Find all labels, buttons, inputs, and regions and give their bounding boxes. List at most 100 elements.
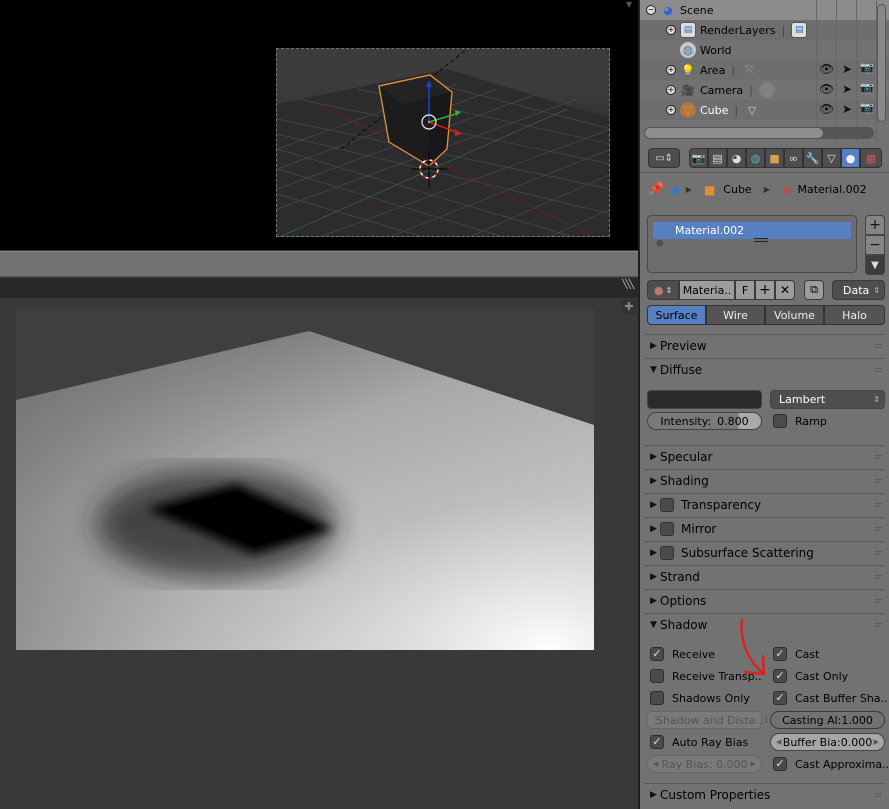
drag-grip-icon[interactable]: :::: xyxy=(874,548,882,557)
tab-wire[interactable]: Wire xyxy=(706,305,765,325)
tab-object[interactable]: ■ xyxy=(765,148,784,168)
diffuse-shader-select[interactable]: Lambert ⇕ xyxy=(770,390,885,409)
drag-grip-icon[interactable]: :::: xyxy=(874,572,882,581)
panel-transparency[interactable]: ▶ Transparency:::: xyxy=(644,493,885,515)
drag-grip-icon[interactable]: :::: xyxy=(874,790,882,799)
tab-constraints[interactable]: ∞ xyxy=(784,148,803,168)
decrement-arrow-icon[interactable]: ◀ xyxy=(653,760,658,768)
cast-buffer-shadows-checkbox[interactable]: ✓ xyxy=(773,691,787,705)
tab-world[interactable]: ◍ xyxy=(746,148,765,168)
node-link-button[interactable]: ⧉ xyxy=(804,280,824,300)
ramp-checkbox[interactable] xyxy=(773,414,787,428)
selectable-cursor-icon[interactable]: ➤ xyxy=(842,82,852,96)
buffer-bias-field[interactable]: ◀ Buffer Bia:0.000 ▶ xyxy=(770,733,885,751)
panel-preview[interactable]: ▶ Preview:::: xyxy=(644,334,885,356)
outliner-row-world[interactable]: ◍ World xyxy=(640,40,889,60)
material-browse-button[interactable]: ● ⇕ xyxy=(647,280,679,300)
cast-only-checkbox[interactable]: ✓ xyxy=(773,669,787,683)
increment-arrow-icon[interactable]: ▶ xyxy=(751,760,756,768)
tab-material[interactable]: ● xyxy=(841,148,860,168)
remove-slot-button[interactable]: − xyxy=(865,235,885,255)
outliner-row-renderlayers[interactable]: + ▤ RenderLayers | ▤ xyxy=(640,20,889,40)
selectable-cursor-icon[interactable]: ➤ xyxy=(842,102,852,116)
decrement-arrow-icon[interactable]: ◀ xyxy=(776,738,781,746)
sss-enable-checkbox[interactable] xyxy=(660,545,674,560)
outliner-horizontal-scrollbar[interactable] xyxy=(644,127,874,139)
unlink-material-button[interactable]: ✕ xyxy=(775,280,795,300)
visibility-eye-icon[interactable]: 👁 xyxy=(819,102,834,116)
slot-specials-menu[interactable]: ▼ xyxy=(865,255,885,275)
new-material-button[interactable]: + xyxy=(755,280,775,300)
tab-halo[interactable]: Halo xyxy=(824,305,885,325)
tab-surface[interactable]: Surface xyxy=(647,305,706,325)
panel-mirror[interactable]: ▶ Mirror:::: xyxy=(644,517,885,539)
visibility-eye-icon[interactable]: 👁 xyxy=(819,62,834,76)
increment-arrow-icon[interactable]: ▶ xyxy=(874,738,879,746)
tab-render[interactable]: 📷 xyxy=(689,148,708,168)
area-split-handle[interactable]: ▼ xyxy=(626,0,636,9)
expand-icon[interactable]: + xyxy=(666,85,676,95)
drag-grip-icon[interactable]: :::: xyxy=(874,476,882,485)
receive-checkbox[interactable]: ✓ xyxy=(650,647,664,661)
transparency-enable-checkbox[interactable] xyxy=(660,497,674,512)
auto-ray-bias-checkbox[interactable]: ✓ xyxy=(650,735,664,749)
mirror-enable-checkbox[interactable] xyxy=(660,521,674,536)
pin-icon[interactable]: 📌 xyxy=(648,182,664,197)
drag-grip-icon[interactable]: :::: xyxy=(874,452,882,461)
drag-grip-icon[interactable]: :::: xyxy=(874,500,882,509)
drag-grip-icon[interactable]: :::: xyxy=(874,365,882,374)
outliner-row-scene[interactable]: − ◕ Scene xyxy=(640,0,889,20)
panel-options[interactable]: ▶ Options:::: xyxy=(644,589,885,611)
panel-diffuse[interactable]: ▼ Diffuse:::: xyxy=(644,358,885,380)
casting-alpha-field[interactable]: Casting Al:1.000 xyxy=(770,711,885,729)
expand-icon[interactable]: + xyxy=(666,25,676,35)
tab-render-layers[interactable]: ▤ xyxy=(708,148,727,168)
expand-icon[interactable]: + xyxy=(666,105,676,115)
tab-scene[interactable]: ◕ xyxy=(727,148,746,168)
panel-specular[interactable]: ▶ Specular:::: xyxy=(644,445,885,467)
camera-data-icon[interactable]: ⊙ xyxy=(758,82,775,98)
drag-grip-icon[interactable]: :::: xyxy=(874,596,882,605)
collapse-icon[interactable]: − xyxy=(646,5,656,15)
ray-bias-field[interactable]: ◀ Ray Bias: 0.000 ▶ xyxy=(647,755,762,773)
material-slot-item[interactable]: Material.002 xyxy=(653,222,851,239)
panel-shading[interactable]: ▶ Shading:::: xyxy=(644,469,885,491)
selectable-cursor-icon[interactable]: ➤ xyxy=(842,62,852,76)
drag-grip-icon[interactable]: :::: xyxy=(874,524,882,533)
tab-volume[interactable]: Volume xyxy=(765,305,824,325)
renderlayer-icon[interactable]: ▤ xyxy=(791,22,808,38)
fake-user-button[interactable]: F xyxy=(735,280,755,300)
panel-subsurface-scattering[interactable]: ▶ Subsurface Scattering:::: xyxy=(644,541,885,563)
panel-strand[interactable]: ▶ Strand:::: xyxy=(644,565,885,587)
drag-grip-icon[interactable]: :::: xyxy=(874,341,882,350)
expand-list-icon[interactable]: ⊕ xyxy=(656,239,664,249)
renderable-camera-icon[interactable]: 📷 xyxy=(860,61,874,74)
intensity-slider[interactable]: Intensity: 0.800 xyxy=(647,412,762,430)
shadows-only-checkbox[interactable] xyxy=(650,691,664,705)
visibility-eye-icon[interactable]: 👁 xyxy=(819,82,834,96)
material-name-field[interactable]: Materia.. xyxy=(679,280,735,300)
receive-transparent-checkbox[interactable] xyxy=(650,669,664,683)
outliner-vertical-scrollbar[interactable] xyxy=(877,4,886,122)
link-type-select[interactable]: Data ⇕ xyxy=(832,280,885,300)
add-slot-button[interactable]: + xyxy=(865,215,885,235)
diffuse-color-swatch[interactable] xyxy=(647,390,762,409)
cast-approximate-checkbox[interactable]: ✓ xyxy=(773,757,787,771)
renderable-camera-icon[interactable]: 📷 xyxy=(860,81,874,94)
panel-custom-properties[interactable]: ▶ Custom Properties:::: xyxy=(644,783,885,805)
viewport-header[interactable] xyxy=(0,251,638,277)
list-resize-grip[interactable] xyxy=(754,238,768,242)
tab-object-data[interactable]: ▽ xyxy=(822,148,841,168)
tab-texture[interactable]: ▦ xyxy=(860,148,882,168)
renderable-camera-icon[interactable]: 📷 xyxy=(860,101,874,114)
expand-icon[interactable]: + xyxy=(666,65,676,75)
area-corner-handle[interactable]: ╲╲╲ xyxy=(622,280,636,292)
mesh-data-icon[interactable]: ▽ xyxy=(744,102,760,118)
editor-type-selector[interactable]: ▭⇕ xyxy=(648,148,680,168)
drag-grip-icon[interactable]: :::: xyxy=(874,620,882,629)
area-lamp-data-icon[interactable]: ⤧ xyxy=(741,62,757,78)
tab-modifiers[interactable]: 🔧 xyxy=(803,148,822,168)
plus-icon[interactable]: ✚ xyxy=(621,300,637,314)
cast-checkbox[interactable]: ✓ xyxy=(773,647,787,661)
shadow-only-type-select[interactable]: Shadow and Dista.. ⇕ xyxy=(647,711,769,729)
